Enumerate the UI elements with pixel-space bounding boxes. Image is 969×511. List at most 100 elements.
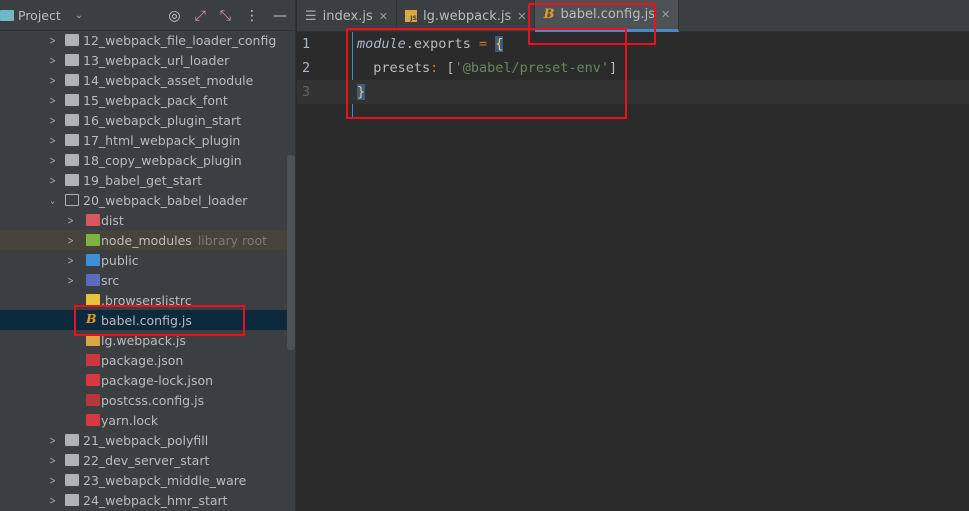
project-panel: Project ⌄ ◎ ⤢ ⤡ ⋮ — >12_webpack_file_loa… bbox=[0, 0, 296, 511]
public-folder-icon bbox=[86, 254, 100, 266]
tree-item-label: 17_html_webpack_plugin bbox=[83, 132, 241, 148]
postcss-icon bbox=[86, 394, 100, 406]
tree-item[interactable]: >17_html_webpack_plugin bbox=[0, 130, 287, 150]
folder-icon bbox=[65, 34, 79, 46]
tree-item-label: node_modules bbox=[101, 232, 192, 248]
collapse-all-icon[interactable]: ⤡ bbox=[220, 8, 231, 24]
folder-icon bbox=[65, 494, 79, 506]
line-number: 2 bbox=[302, 60, 311, 76]
tree-item-label: 15_webpack_pack_font bbox=[83, 92, 228, 108]
tree-item[interactable]: >21_webpack_polyfill bbox=[0, 430, 287, 450]
tree-item[interactable]: >24_webpack_hmr_start bbox=[0, 490, 287, 510]
tree-item[interactable]: >14_webpack_asset_module bbox=[0, 70, 287, 90]
tree-item[interactable]: postcss.config.js bbox=[0, 390, 287, 410]
folder-icon bbox=[65, 474, 79, 486]
tree-item[interactable]: > public bbox=[0, 250, 287, 270]
chevron-right-icon[interactable]: > bbox=[67, 254, 73, 267]
chevron-right-icon[interactable]: > bbox=[49, 494, 55, 507]
chevron-down-icon[interactable]: ⌄ bbox=[49, 194, 55, 207]
project-folder-icon bbox=[0, 9, 14, 21]
tree-item[interactable]: >16_webapck_plugin_start bbox=[0, 110, 287, 130]
chevron-right-icon[interactable]: > bbox=[49, 474, 55, 487]
tree-item-label: 12_webpack_file_loader_config bbox=[83, 32, 277, 48]
chevron-right-icon[interactable]: > bbox=[49, 454, 55, 467]
folder-icon bbox=[65, 134, 79, 146]
folder-icon bbox=[65, 174, 79, 186]
tree-item[interactable]: > dist bbox=[0, 210, 287, 230]
chevron-right-icon[interactable]: > bbox=[67, 234, 73, 247]
tree-item-label: 14_webpack_asset_module bbox=[83, 72, 254, 88]
list-icon: ☰ bbox=[305, 8, 317, 24]
tree-item[interactable]: > src bbox=[0, 270, 287, 290]
tree-item[interactable]: ⌄ 20_webpack_babel_loader bbox=[0, 190, 287, 210]
expand-all-icon[interactable]: ⤢ bbox=[195, 8, 206, 24]
more-options-icon[interactable]: ⋮ bbox=[245, 8, 259, 24]
tree-item-label: postcss.config.js bbox=[101, 392, 205, 408]
folder-icon bbox=[65, 454, 79, 466]
tree-item[interactable]: >18_copy_webpack_plugin bbox=[0, 150, 287, 170]
tree-item-label: 23_webapck_middle_ware bbox=[83, 472, 247, 488]
tree-item[interactable]: package-lock.json bbox=[0, 370, 287, 390]
node-modules-folder-icon bbox=[86, 234, 100, 246]
chevron-down-icon[interactable]: ⌄ bbox=[75, 10, 83, 21]
chevron-right-icon[interactable]: > bbox=[49, 34, 55, 47]
tree-item[interactable]: > node_modules library root bbox=[0, 230, 287, 250]
close-icon[interactable]: ✕ bbox=[661, 8, 670, 21]
tree-item[interactable]: >13_webpack_url_loader bbox=[0, 50, 287, 70]
js-icon: JS bbox=[404, 10, 417, 22]
chevron-right-icon[interactable]: > bbox=[49, 434, 55, 447]
folder-open-icon bbox=[65, 194, 79, 206]
npm-icon bbox=[86, 354, 100, 366]
tree-item-label: 19_babel_get_start bbox=[83, 172, 202, 188]
tree-item[interactable]: >22_dev_server_start bbox=[0, 450, 287, 470]
line-number: 1 bbox=[302, 36, 311, 52]
project-title[interactable]: Project bbox=[18, 8, 61, 23]
src-folder-icon bbox=[86, 274, 100, 286]
folder-icon bbox=[65, 154, 79, 166]
highlight-box-file bbox=[74, 305, 245, 336]
lock-icon bbox=[86, 414, 100, 426]
chevron-right-icon[interactable]: > bbox=[49, 74, 55, 87]
tree-item[interactable]: >19_babel_get_start bbox=[0, 170, 287, 190]
folder-icon bbox=[65, 74, 79, 86]
folder-icon bbox=[65, 114, 79, 126]
tree-item-label: 13_webpack_url_loader bbox=[83, 52, 230, 68]
library-root-label: library root bbox=[197, 232, 268, 248]
tree-item-label: 16_webapck_plugin_start bbox=[83, 112, 241, 128]
tree-item-label: 21_webpack_polyfill bbox=[83, 432, 209, 448]
folder-icon bbox=[65, 54, 79, 66]
locate-icon[interactable]: ◎ bbox=[168, 8, 180, 24]
tree-item-label: yarn.lock bbox=[101, 412, 159, 428]
chevron-right-icon[interactable]: > bbox=[67, 214, 73, 227]
tree-item-label: 22_dev_server_start bbox=[83, 452, 210, 468]
project-panel-header: Project ⌄ ◎ ⤢ ⤡ ⋮ — bbox=[0, 0, 295, 31]
folder-icon bbox=[65, 434, 79, 446]
chevron-right-icon[interactable]: > bbox=[49, 174, 55, 187]
tree-item[interactable]: >15_webpack_pack_font bbox=[0, 90, 287, 110]
tree-item-label: package-lock.json bbox=[101, 372, 214, 388]
tree-item[interactable]: yarn.lock bbox=[0, 410, 287, 430]
tree-item-label: src bbox=[101, 272, 120, 288]
tree-item-label: 20_webpack_babel_loader bbox=[83, 192, 248, 208]
tree-item-label: 24_webpack_hmr_start bbox=[83, 492, 228, 508]
chevron-right-icon[interactable]: > bbox=[49, 54, 55, 67]
close-icon[interactable]: ✕ bbox=[379, 10, 388, 23]
tree-item[interactable]: >12_webpack_file_loader_config bbox=[0, 30, 287, 50]
sidebar-scrollbar[interactable] bbox=[287, 155, 295, 350]
hide-panel-icon[interactable]: — bbox=[273, 8, 287, 24]
tab-label: index.js bbox=[322, 8, 373, 24]
tab-label: lg.webpack.js bbox=[422, 8, 512, 24]
tree-item[interactable]: package.json bbox=[0, 350, 287, 370]
chevron-right-icon[interactable]: > bbox=[49, 154, 55, 167]
chevron-right-icon[interactable]: > bbox=[67, 274, 73, 287]
dist-folder-icon bbox=[86, 214, 100, 226]
folder-icon bbox=[65, 94, 79, 106]
chevron-right-icon[interactable]: > bbox=[49, 114, 55, 127]
line-number: 3 bbox=[302, 84, 311, 100]
chevron-right-icon[interactable]: > bbox=[49, 134, 55, 147]
tree-item[interactable]: >23_webapck_middle_ware bbox=[0, 470, 287, 490]
chevron-right-icon[interactable]: > bbox=[49, 94, 55, 107]
tree-item-label: 18_copy_webpack_plugin bbox=[83, 152, 242, 168]
tree-item-label: package.json bbox=[101, 352, 184, 368]
close-icon[interactable]: ✕ bbox=[517, 10, 526, 23]
